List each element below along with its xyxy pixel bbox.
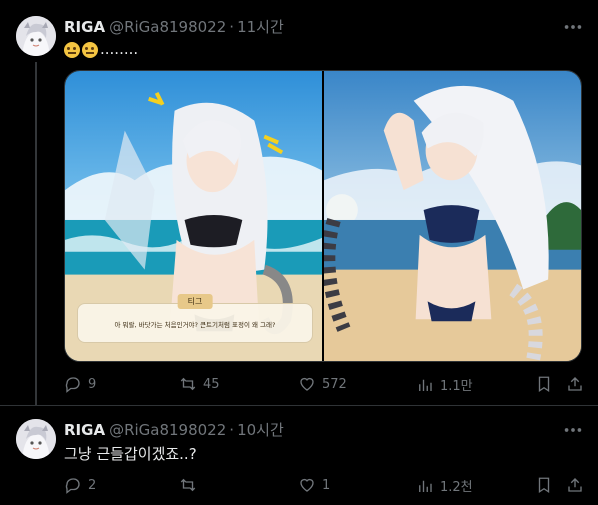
- retweet-button[interactable]: 45: [179, 375, 220, 393]
- avatar[interactable]: [16, 16, 56, 56]
- tweet-text-dots: ........: [100, 40, 139, 58]
- retweet-count: 45: [203, 376, 220, 392]
- avatar[interactable]: [16, 419, 56, 459]
- author-name[interactable]: RIGA: [64, 18, 105, 36]
- dialog-speaker-name: 티그: [177, 294, 213, 309]
- tweet-text: ........: [64, 40, 138, 58]
- views-icon: [419, 480, 432, 492]
- thinking-face-emoji: [64, 41, 80, 58]
- views-icon: [419, 379, 432, 391]
- tweet-header: RIGA @RiGa8198022 · 11시간: [64, 16, 284, 37]
- author-name[interactable]: RIGA: [64, 421, 105, 439]
- heart-icon: [300, 377, 314, 391]
- heart-icon: [300, 478, 314, 492]
- share-icon: [568, 377, 582, 391]
- like-button[interactable]: 1: [298, 476, 330, 494]
- thread-line: [35, 62, 37, 405]
- tweet-actions: 2 1 1.2천: [64, 476, 584, 498]
- share-button[interactable]: [566, 476, 584, 494]
- separator: ·: [229, 420, 235, 439]
- bookmark-icon: [538, 477, 550, 494]
- author-handle[interactable]: @RiGa8198022: [109, 421, 226, 439]
- views-button[interactable]: 1.1만: [416, 375, 473, 394]
- media-image-right[interactable]: [324, 71, 581, 361]
- retweet-icon: [180, 377, 196, 391]
- like-button[interactable]: 572: [298, 375, 347, 393]
- view-count: 1.2천: [440, 480, 473, 495]
- dialog-text: 아 뭐랄, 바닷가는 처음인거야? 큰트기처럼 표정이 왜 그래?: [114, 321, 276, 329]
- thinking-face-emoji: [82, 41, 98, 58]
- tweet-text: 그냥 근들갑이겠죠..?: [64, 445, 197, 463]
- reply-button[interactable]: 9: [64, 375, 96, 393]
- views-button[interactable]: 1.2천: [416, 476, 473, 495]
- like-count: 1: [322, 477, 331, 493]
- reply-count: 2: [88, 477, 97, 493]
- share-icon: [568, 478, 582, 492]
- like-count: 572: [322, 376, 347, 392]
- media-image-left[interactable]: 티그 아 뭐랄, 바닷가는 처음인거야? 큰트기처럼 표정이 왜 그래?: [65, 71, 322, 361]
- reply-count: 9: [88, 376, 97, 392]
- reply-button[interactable]: 2: [64, 476, 96, 494]
- separator: ·: [229, 17, 235, 36]
- bookmark-button[interactable]: [535, 375, 553, 393]
- media-grid: 티그 아 뭐랄, 바닷가는 처음인거야? 큰트기처럼 표정이 왜 그래?: [64, 70, 582, 362]
- tweet[interactable]: RIGA @RiGa8198022 · 10시간 그냥 근들갑이겠죠..? 2 …: [0, 406, 598, 505]
- more-icon[interactable]: [562, 18, 584, 36]
- tweet-header: RIGA @RiGa8198022 · 10시간: [64, 419, 284, 440]
- tweet-actions: 9 45 572 1.1만: [64, 375, 584, 397]
- more-icon[interactable]: [562, 421, 584, 439]
- tweet[interactable]: RIGA @RiGa8198022 · 11시간 ........ 티그 아 뭐…: [0, 0, 598, 406]
- view-count: 1.1만: [440, 379, 473, 394]
- retweet-button[interactable]: [179, 476, 203, 494]
- reply-icon: [65, 377, 80, 393]
- timestamp[interactable]: 10시간: [237, 419, 284, 440]
- game-dialog-box: 티그 아 뭐랄, 바닷가는 처음인거야? 큰트기처럼 표정이 왜 그래?: [77, 294, 313, 343]
- bookmark-button[interactable]: [535, 476, 553, 494]
- timestamp[interactable]: 11시간: [237, 16, 284, 37]
- bookmark-icon: [538, 376, 550, 393]
- reply-icon: [65, 478, 80, 494]
- share-button[interactable]: [566, 375, 584, 393]
- retweet-icon: [180, 478, 196, 492]
- author-handle[interactable]: @RiGa8198022: [109, 18, 226, 36]
